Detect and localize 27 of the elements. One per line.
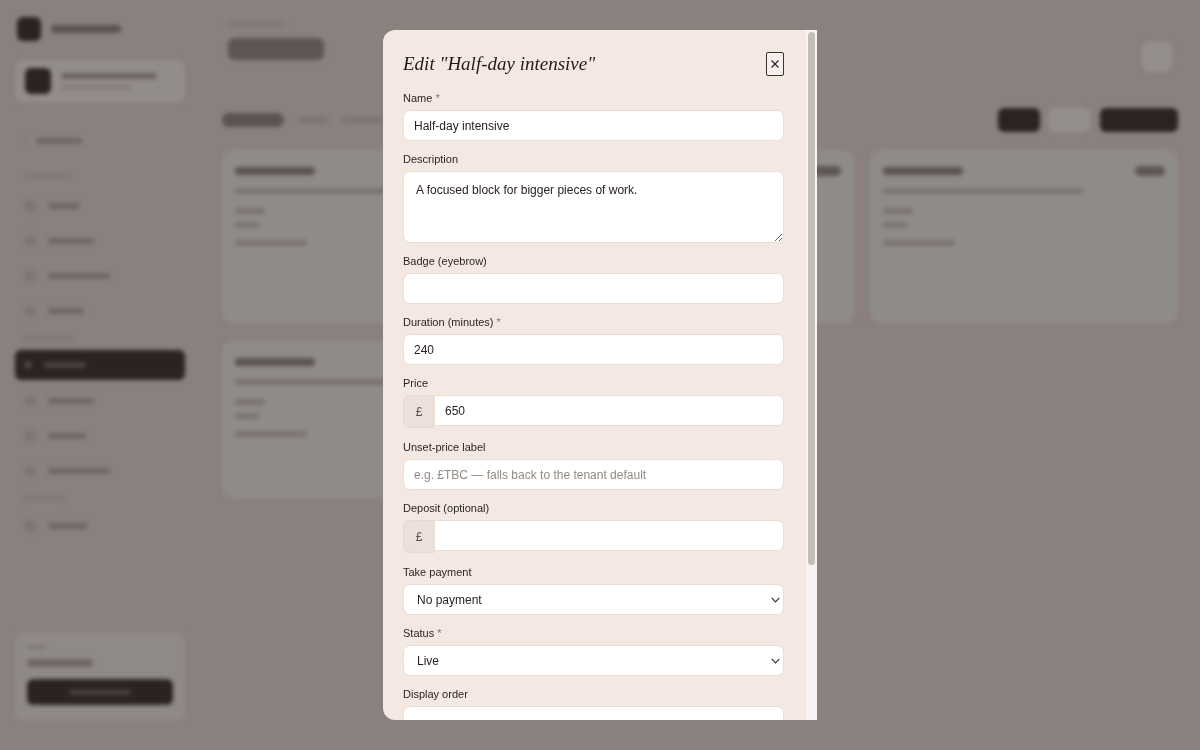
field-label: Price [403,377,429,389]
currency-prefix: £ [403,395,434,428]
dropdown-select[interactable]: Live [403,645,784,676]
field-label: Unset-price label [403,441,486,453]
input-field[interactable]: Half-day intensive [403,110,784,141]
field-label: Badge (eyebrow) [403,255,487,267]
field-label: Status * [403,627,442,639]
close-button[interactable] [766,52,784,76]
field-label: Take payment [403,566,472,578]
input-field[interactable]: 650 [434,395,784,426]
currency-prefix: £ [403,520,434,553]
field-label: Name * [403,92,440,104]
close-icon [771,60,779,68]
field-label: Duration (minutes) * [403,316,501,328]
chevron-down-icon [771,596,780,603]
dialog-title: Edit "Half-day intensive" [403,52,596,76]
field-label: Display order [403,688,468,700]
input-field[interactable]: 240 [403,334,784,365]
chevron-down-icon [771,657,780,664]
description-textarea[interactable]: A focused block for bigger pieces of work. [403,171,784,243]
scrollbar-thumb[interactable] [808,32,815,565]
dropdown-select[interactable]: No payment [403,584,784,615]
field-label: Deposit (optional) [403,502,490,514]
input-field[interactable] [403,273,784,304]
input-field[interactable]: e.g. £TBC — falls back to the tenant default [403,459,784,490]
field-label: Description [403,153,459,165]
input-field[interactable] [434,520,784,551]
